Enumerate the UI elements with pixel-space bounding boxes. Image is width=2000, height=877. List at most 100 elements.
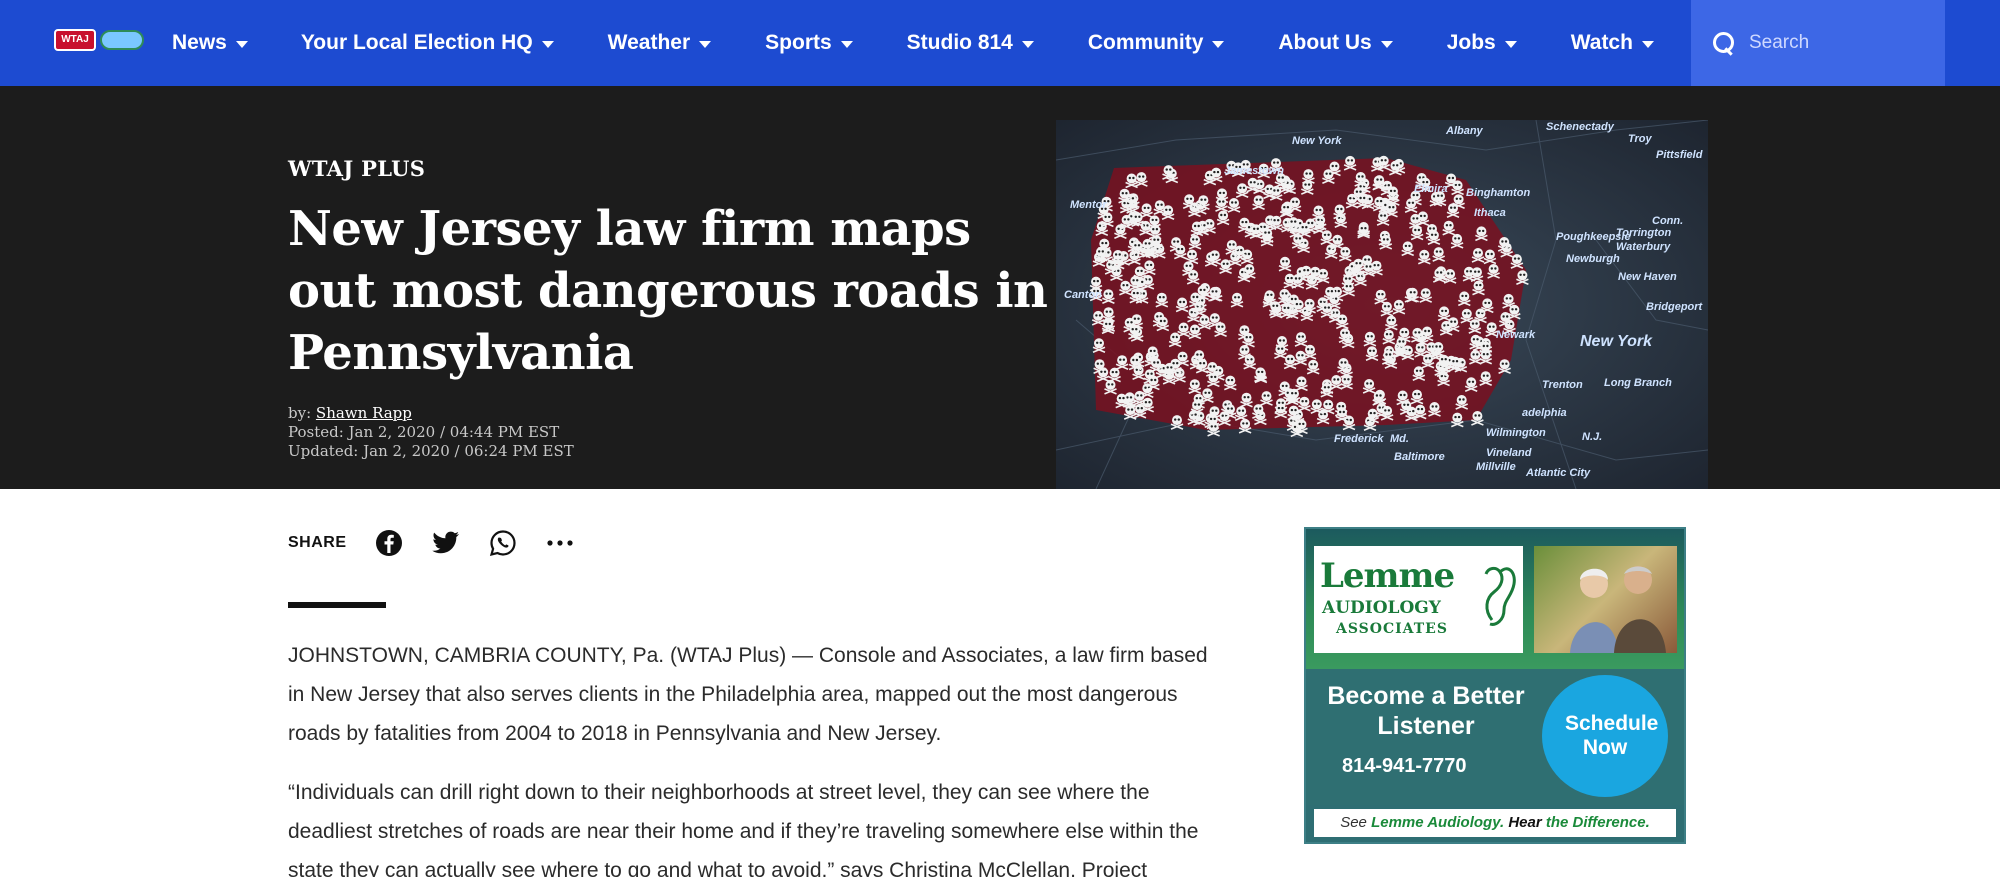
section-kicker[interactable]: WTAJ PLUS <box>288 156 425 181</box>
byline-prefix: by: <box>288 404 312 422</box>
article-hero: WTAJ PLUS New Jersey law firm maps out m… <box>0 86 2000 489</box>
nav-item-news[interactable]: News <box>172 31 248 55</box>
article-byline: by: Shawn Rapp Posted: Jan 2, 2020 / 04:… <box>288 404 574 461</box>
whatsapp-icon[interactable] <box>487 527 519 559</box>
search-box <box>1691 0 1945 86</box>
schedule-now-button[interactable]: Schedule Now <box>1542 675 1668 797</box>
nav-item-label: About Us <box>1278 31 1372 54</box>
map-place-label: Pittsfield <box>1656 149 1703 161</box>
top-navigation: WTAJ News Your Local Election HQ Weather… <box>0 0 2000 86</box>
map-place-label: Albany <box>1445 125 1484 137</box>
nav-item-election[interactable]: Your Local Election HQ <box>301 31 554 55</box>
map-place-label: Jamestown <box>1224 165 1284 177</box>
map-place-label: New York <box>1580 333 1653 350</box>
article-headline: New Jersey law firm maps out most danger… <box>288 201 1048 381</box>
nav-item-label: Community <box>1087 31 1204 54</box>
posted-date: Posted: Jan 2, 2020 / 04:44 PM EST <box>288 423 560 441</box>
advertisement[interactable]: Lemme AUDIOLOGY ASSOCIATES Become a Bett… <box>1304 527 1686 844</box>
map-place-label: Atlantic City <box>1525 467 1591 479</box>
ad-footer-rest: the Difference. <box>1545 814 1650 831</box>
map-place-label: Conn. <box>1652 215 1683 227</box>
station-logo[interactable]: WTAJ <box>50 27 146 53</box>
share-bar: SHARE <box>288 526 601 560</box>
ad-footer-hear: Hear <box>1508 814 1542 831</box>
twitter-icon[interactable] <box>430 527 462 559</box>
map-place-label: Wilmington <box>1486 427 1546 439</box>
map-place-label: Millville <box>1476 461 1516 473</box>
map-place-label: Md. <box>1390 433 1409 445</box>
map-place-label: Mentor <box>1070 199 1107 211</box>
ad-footer-brand: Lemme Audiology. <box>1371 814 1505 831</box>
ad-body: Become a Better Listener 814-941-7770 Sc… <box>1306 669 1684 805</box>
ad-brand-logo: Lemme AUDIOLOGY ASSOCIATES <box>1314 546 1523 653</box>
caret-down-icon <box>1641 40 1654 48</box>
wtaj-logo-badge: WTAJ <box>54 29 96 51</box>
map-place-label: New York <box>1292 135 1342 147</box>
ad-footer: See Lemme Audiology. Hear the Difference… <box>1314 809 1676 837</box>
main-menu: News Your Local Election HQ Weather Spor… <box>172 0 1654 86</box>
ad-header: Lemme AUDIOLOGY ASSOCIATES <box>1306 529 1684 669</box>
updated-date: Updated: Jan 2, 2020 / 06:24 PM EST <box>288 442 574 460</box>
map-place-label: Elmira <box>1414 183 1448 195</box>
caret-down-icon <box>699 40 712 48</box>
map-place-label: Newburgh <box>1566 253 1620 265</box>
search-input[interactable] <box>1749 23 1929 63</box>
ad-footer-see: See <box>1340 814 1367 831</box>
schedule-now-label: Schedule Now <box>1565 712 1659 759</box>
nav-item-label: Studio 814 <box>906 31 1013 54</box>
map-place-label: Canton <box>1064 289 1102 301</box>
caret-down-icon <box>235 40 248 48</box>
nav-item-weather[interactable]: Weather <box>607 31 712 55</box>
nav-item-about-us[interactable]: About Us <box>1278 31 1393 55</box>
caret-down-icon <box>1212 40 1225 48</box>
map-place-label: Waterbury <box>1616 241 1671 253</box>
nav-item-label: Weather <box>607 31 691 54</box>
map-place-label: Long Branch <box>1604 377 1672 389</box>
article-paragraph: “Individuals can drill right down to the… <box>288 781 1199 877</box>
dangerous-roads-map: New York Albany Schenectady TroyPittsfield J… <box>1056 120 1708 489</box>
share-label: SHARE <box>288 534 347 551</box>
caret-down-icon <box>840 40 853 48</box>
map-place-label: Baltimore <box>1394 451 1445 463</box>
map-place-label: Frederick <box>1334 433 1384 445</box>
map-place-label: N.J. <box>1582 431 1602 443</box>
ear-icon <box>1484 566 1516 626</box>
nav-item-label: News <box>172 31 227 54</box>
ad-brand-line: ASSOCIATES <box>1336 621 1448 637</box>
map-place-label: Bridgeport <box>1646 301 1704 313</box>
nav-item-jobs[interactable]: Jobs <box>1447 31 1517 55</box>
plus-logo-badge <box>100 30 144 50</box>
map-place-label: Ithaca <box>1474 207 1506 219</box>
map-place-label: Newark <box>1496 329 1536 341</box>
map-place-label: New Haven <box>1618 271 1677 283</box>
caret-down-icon <box>1504 40 1517 48</box>
nav-item-label: Jobs <box>1446 31 1496 54</box>
ad-brand-name: Lemme <box>1320 556 1455 596</box>
caret-down-icon <box>1380 40 1393 48</box>
ad-couple-photo <box>1534 546 1677 653</box>
hero-map-image[interactable]: New York Albany Schenectady Troy Pittsfield J… <box>1056 120 1708 489</box>
map-place-label: Binghamton <box>1466 187 1530 199</box>
section-divider <box>288 602 386 608</box>
nav-item-label: Your Local Election HQ <box>300 31 533 54</box>
nav-item-community[interactable]: Community <box>1088 31 1225 55</box>
map-place-label: Schenectady <box>1546 121 1615 133</box>
map-place-label: Trenton <box>1542 379 1583 391</box>
ad-headline: Become a Better Listener <box>1327 682 1525 740</box>
map-place-label: Vineland <box>1486 447 1532 459</box>
nav-item-label: Watch <box>1570 31 1633 54</box>
nav-item-label: Sports <box>765 31 832 54</box>
map-place-label: adelphia <box>1522 407 1567 419</box>
author-link[interactable]: Shawn Rapp <box>316 404 412 422</box>
more-options-icon[interactable] <box>544 527 576 559</box>
caret-down-icon <box>541 40 554 48</box>
map-place-label: Troy <box>1628 133 1653 145</box>
nav-item-sports[interactable]: Sports <box>765 31 853 55</box>
caret-down-icon <box>1021 40 1034 48</box>
nav-item-studio-814[interactable]: Studio 814 <box>907 31 1034 55</box>
nav-item-watch[interactable]: Watch <box>1571 31 1654 55</box>
facebook-icon[interactable] <box>373 527 405 559</box>
search-icon[interactable] <box>1713 32 1735 54</box>
article-paragraph: JOHNSTOWN, CAMBRIA COUNTY, Pa. (WTAJ Plu… <box>288 644 1208 745</box>
ad-phone-number[interactable]: 814-941-7770 <box>1342 755 1467 778</box>
